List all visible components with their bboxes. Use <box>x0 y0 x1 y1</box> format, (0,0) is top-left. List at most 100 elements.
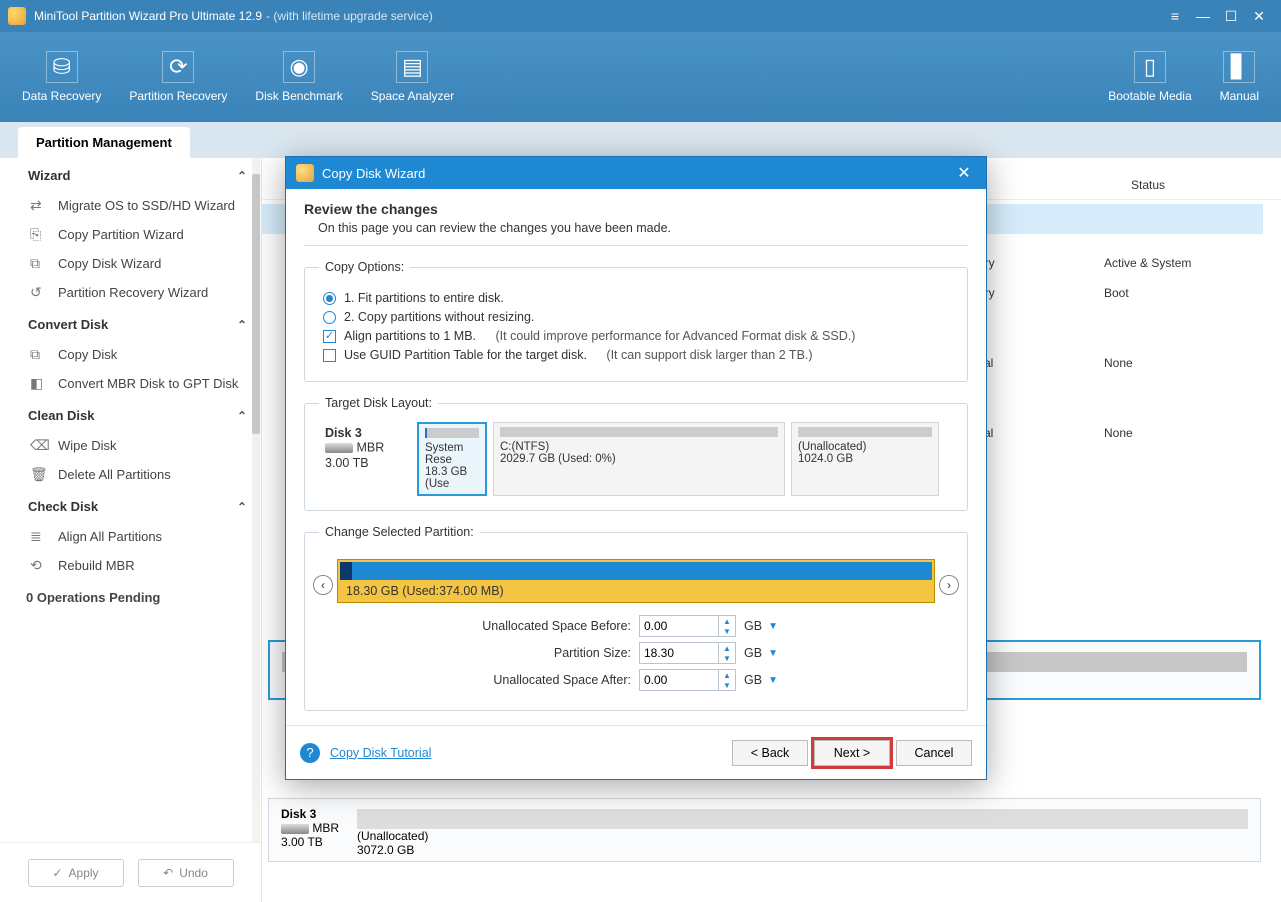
tool-partition-recovery[interactable]: ⟳Partition Recovery <box>115 45 241 109</box>
recovery-icon: ↺ <box>30 284 48 301</box>
dialog-titlebar: Copy Disk Wizard ✕ <box>286 157 986 189</box>
spinner[interactable]: ▲▼ <box>719 669 736 691</box>
layout-partition[interactable]: System Rese18.3 GB (Use <box>417 422 487 496</box>
radio-fit-entire-disk[interactable]: 1. Fit partitions to entire disk. <box>323 291 949 305</box>
layout-partition[interactable]: (Unallocated)1024.0 GB <box>791 422 939 496</box>
unalloc-before-input[interactable] <box>639 615 719 637</box>
target-layout-legend: Target Disk Layout: <box>319 396 438 410</box>
benchmark-icon: ◉ <box>283 51 315 83</box>
migrate-icon: ⇄ <box>30 197 48 214</box>
disk-box-disk3[interactable]: Disk 3 MBR 3.00 TB (Unallocated) 3072.0 … <box>268 798 1261 862</box>
sidebar-scroll-thumb[interactable] <box>252 174 260 434</box>
group-convert-disk[interactable]: Convert Disk⌃ <box>0 307 261 340</box>
next-button[interactable]: Next > <box>814 740 890 766</box>
spinner[interactable]: ▲▼ <box>719 615 736 637</box>
chevron-up-icon: ⌃ <box>237 500 247 514</box>
partition-bar-label: 18.30 GB (Used:374.00 MB) <box>338 582 934 600</box>
target-disk-layout-fieldset: Target Disk Layout: Disk 3 MBR 3.00 TB S… <box>304 396 968 511</box>
partition-recovery-icon: ⟳ <box>162 51 194 83</box>
sidebar-footer: ✓Apply ↶Undo <box>0 842 261 902</box>
partition-used-bar <box>340 562 932 580</box>
unit-dropdown[interactable]: ▼ <box>768 648 778 659</box>
disk3-scheme: MBR <box>312 821 339 835</box>
sidebar-item-rebuild-mbr[interactable]: ⟲Rebuild MBR <box>0 551 261 580</box>
data-recovery-icon: ⛁ <box>46 51 78 83</box>
hdd-icon <box>325 443 353 453</box>
group-wizard[interactable]: Wizard⌃ <box>0 158 261 191</box>
minimize-icon[interactable]: — <box>1189 2 1217 30</box>
layout-partition[interactable]: C:(NTFS)2029.7 GB (Used: 0%) <box>493 422 785 496</box>
tool-manual[interactable]: ▋Manual <box>1206 45 1273 109</box>
radio-no-resize[interactable]: 2. Copy partitions without resizing. <box>323 310 949 324</box>
sidebar-item-convert-mbr-gpt[interactable]: ◧Convert MBR Disk to GPT Disk <box>0 369 261 398</box>
align-icon: ≣ <box>30 528 48 545</box>
check-use-gpt[interactable]: Use GUID Partition Table for the target … <box>323 348 949 362</box>
dialog-heading: Review the changes <box>304 201 968 217</box>
spinner[interactable]: ▲▼ <box>719 642 736 664</box>
close-icon[interactable]: ✕ <box>1245 2 1273 30</box>
partition-bar <box>500 427 778 437</box>
copy-disk-icon: ⧉ <box>30 255 48 272</box>
sidebar-item-copy-disk[interactable]: ⧉Copy Disk <box>0 340 261 369</box>
undo-button[interactable]: ↶Undo <box>138 859 234 887</box>
copy-partition-icon: ⎘ <box>30 226 48 243</box>
sidebar-item-align-all[interactable]: ≣Align All Partitions <box>0 522 261 551</box>
tool-bootable-media[interactable]: ▯Bootable Media <box>1094 45 1205 109</box>
dialog-logo-icon <box>296 164 314 182</box>
app-title: MiniTool Partition Wizard Pro Ultimate 1… <box>34 9 262 23</box>
disk3-unalloc-size: 3072.0 GB <box>357 843 414 857</box>
tool-data-recovery[interactable]: ⛁Data Recovery <box>8 45 115 109</box>
copy-options-legend: Copy Options: <box>319 260 410 274</box>
disk3-unalloc: (Unallocated) <box>357 829 428 843</box>
group-clean-disk[interactable]: Clean Disk⌃ <box>0 398 261 431</box>
rebuild-icon: ⟲ <box>30 557 48 574</box>
sidebar-item-copy-disk-wizard[interactable]: ⧉Copy Disk Wizard <box>0 249 261 278</box>
maximize-icon[interactable]: ☐ <box>1217 2 1245 30</box>
unit-dropdown[interactable]: ▼ <box>768 675 778 686</box>
check-align-1mb[interactable]: ✓Align partitions to 1 MB. (It could imp… <box>323 329 949 343</box>
partition-next-button[interactable]: › <box>939 575 959 595</box>
col-status: Status <box>1121 174 1281 199</box>
back-button[interactable]: < Back <box>732 740 808 766</box>
partition-prev-button[interactable]: ‹ <box>313 575 333 595</box>
group-check-disk[interactable]: Check Disk⌃ <box>0 489 261 522</box>
app-logo-icon <box>8 7 26 25</box>
sidebar-item-migrate-os[interactable]: ⇄Migrate OS to SSD/HD Wizard <box>0 191 261 220</box>
chevron-up-icon: ⌃ <box>237 318 247 332</box>
unalloc-before-label: Unallocated Space Before: <box>319 619 639 633</box>
dialog-close-icon[interactable]: ✕ <box>952 163 976 183</box>
sidebar-item-wipe-disk[interactable]: ⌫Wipe Disk <box>0 431 261 460</box>
partition-size-input[interactable] <box>639 642 719 664</box>
sidebar-item-copy-partition[interactable]: ⎘Copy Partition Wizard <box>0 220 261 249</box>
hdd-icon <box>281 824 309 834</box>
menu-icon[interactable]: ≡ <box>1161 2 1189 30</box>
trash-icon: 🗑 <box>30 466 48 483</box>
dialog-title: Copy Disk Wizard <box>322 166 425 181</box>
bootable-icon: ▯ <box>1134 51 1166 83</box>
convert-icon: ◧ <box>30 375 48 392</box>
partition-size-bar[interactable]: 18.30 GB (Used:374.00 MB) <box>337 559 935 603</box>
operations-pending: 0 Operations Pending <box>0 580 261 615</box>
checkbox-icon <box>323 349 336 362</box>
tutorial-link[interactable]: Copy Disk Tutorial <box>330 746 431 760</box>
unit-dropdown[interactable]: ▼ <box>768 621 778 632</box>
tab-row: Partition Management <box>0 122 1281 158</box>
apply-button[interactable]: ✓Apply <box>28 859 124 887</box>
unalloc-after-input[interactable] <box>639 669 719 691</box>
tool-disk-benchmark[interactable]: ◉Disk Benchmark <box>241 45 356 109</box>
disk3-title: Disk 3 <box>281 807 339 821</box>
partition-bar <box>798 427 932 437</box>
sidebar: Wizard⌃ ⇄Migrate OS to SSD/HD Wizard ⎘Co… <box>0 158 262 902</box>
app-subtitle: - (with lifetime upgrade service) <box>266 9 433 23</box>
radio-icon <box>323 292 336 305</box>
partition-size-label: Partition Size: <box>319 646 639 660</box>
cancel-button[interactable]: Cancel <box>896 740 972 766</box>
tab-partition-management[interactable]: Partition Management <box>18 127 190 158</box>
sidebar-item-partition-recovery[interactable]: ↺Partition Recovery Wizard <box>0 278 261 307</box>
layout-disk-info: Disk 3 MBR 3.00 TB <box>319 422 411 496</box>
help-icon[interactable]: ? <box>300 743 320 763</box>
sidebar-item-delete-all[interactable]: 🗑Delete All Partitions <box>0 460 261 489</box>
tool-space-analyzer[interactable]: ▤Space Analyzer <box>357 45 468 109</box>
partition-bar <box>425 428 479 438</box>
check-icon: ✓ <box>52 866 62 880</box>
